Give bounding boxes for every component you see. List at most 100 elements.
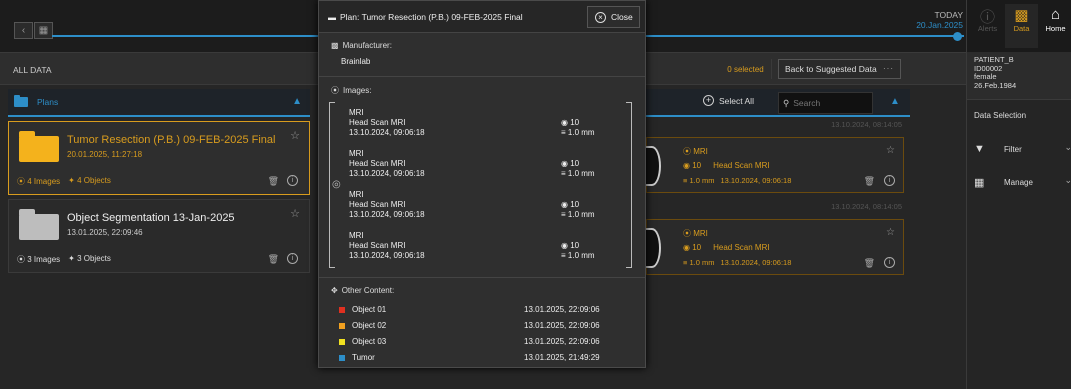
thickness: ≡ 1.0 mm bbox=[561, 251, 595, 261]
trash-icon[interactable]: 🗑 bbox=[864, 258, 875, 269]
move-icon: ✥ bbox=[331, 286, 338, 295]
card-row: ◉ 10 Head Scan MRI bbox=[683, 161, 770, 170]
object-row[interactable]: Object 01 13.01.2025, 22:09:06 bbox=[339, 303, 619, 316]
plan-title: Tumor Resection (P.B.) 09-FEB-2025 Final bbox=[67, 134, 276, 146]
images-label-text: Images: bbox=[343, 86, 372, 95]
slice-count-text: 10 bbox=[570, 200, 580, 209]
history-button[interactable]: ▦ bbox=[34, 22, 53, 39]
image-icon: ⦿ bbox=[683, 229, 694, 238]
trash-icon[interactable]: 🗑 bbox=[864, 176, 875, 187]
star-icon[interactable]: ☆ bbox=[886, 145, 895, 156]
popup-title: ▬ Plan: Tumor Resection (P.B.) 09-FEB-20… bbox=[328, 12, 523, 22]
objects-count-text: 4 Objects bbox=[77, 176, 111, 185]
alerts-label: Alerts bbox=[977, 24, 998, 33]
image-entry[interactable]: MRI Head Scan MRI 13.10.2024, 09:06:18 ◉… bbox=[349, 231, 619, 271]
app-window: ‹ ▦ TODAY 20.Jan.2025 ALL DATA Plans ▲ T… bbox=[0, 0, 1071, 389]
alerts-button[interactable]: ⓘ Alerts bbox=[971, 4, 1004, 48]
folder-icon: ▬ bbox=[328, 12, 336, 22]
image-icon: ⦿ bbox=[683, 147, 694, 156]
home-label: Home bbox=[1045, 24, 1066, 33]
chevron-up-icon[interactable]: ▲ bbox=[292, 96, 302, 107]
scan-date: 13.10.2024, 09:06:18 bbox=[720, 176, 792, 185]
image-stats: ◉ 10 ≡ 1.0 mm bbox=[561, 200, 595, 220]
images-count-text: 3 Images bbox=[27, 255, 61, 264]
select-all-label: Select All bbox=[719, 95, 754, 106]
object-row[interactable]: Tumor 13.01.2025, 21:49:29 bbox=[339, 351, 619, 364]
image-stats: ◉ 10 ≡ 1.0 mm bbox=[561, 118, 595, 138]
timeline-today-marker[interactable] bbox=[953, 32, 962, 41]
stack-icon: ◉ bbox=[683, 161, 693, 170]
object-date: 13.01.2025, 21:49:29 bbox=[524, 353, 600, 362]
manage-button[interactable]: ▦ Manage ⌄ bbox=[974, 172, 1071, 192]
scan-name: Head Scan MRI bbox=[713, 243, 770, 252]
more-icon[interactable]: ··· bbox=[883, 64, 894, 73]
info-icon[interactable]: i bbox=[884, 175, 895, 186]
thickness: ≡ 1.0 mm bbox=[561, 128, 595, 138]
card-row: ≡ 1.0 mm 13.10.2024, 09:06:18 bbox=[683, 258, 791, 267]
thickness: ≡ 1.0 mm bbox=[683, 258, 714, 267]
thickness: ≡ 1.0 mm bbox=[561, 169, 595, 179]
slice-count: ◉ 10 bbox=[683, 161, 701, 170]
image-card[interactable]: ⦿ MRI ◉ 10 Head Scan MRI ≡ 1.0 mm 13.10.… bbox=[643, 219, 904, 275]
grid-icon: ▦ bbox=[38, 25, 49, 36]
back-to-suggested-button[interactable]: Back to Suggested Data ··· bbox=[778, 59, 901, 79]
image-icon: ⦿ bbox=[331, 86, 339, 95]
color-swatch bbox=[339, 338, 345, 345]
image-modality: MRI bbox=[349, 231, 364, 240]
plan-card[interactable]: Tumor Resection (P.B.) 09-FEB-2025 Final… bbox=[8, 121, 310, 195]
image-card[interactable]: ⦿ MRI ◉ 10 Head Scan MRI ≡ 1.0 mm 13.10.… bbox=[643, 137, 904, 193]
plans-section-header[interactable]: Plans ▲ bbox=[8, 89, 310, 117]
image-entry[interactable]: MRI Head Scan MRI 13.10.2024, 09:06:18 ◉… bbox=[349, 149, 619, 189]
data-icon: ▩ bbox=[1014, 7, 1029, 24]
selected-count: 0 selected bbox=[720, 59, 772, 79]
image-entry[interactable]: MRI Head Scan MRI 13.10.2024, 09:06:18 ◉… bbox=[349, 108, 619, 148]
object-name: Tumor bbox=[352, 353, 375, 362]
data-button[interactable]: ▩ Data bbox=[1005, 4, 1038, 48]
close-icon: × bbox=[595, 11, 606, 23]
object-icon: ✦ bbox=[68, 176, 78, 185]
modality: ⦿ MRI bbox=[683, 228, 708, 239]
back-arrow-button[interactable]: ‹ bbox=[14, 22, 33, 39]
color-swatch bbox=[339, 306, 345, 313]
manage-icon: ▦ bbox=[974, 176, 985, 189]
plan-card[interactable]: Object Segmentation 13-Jan-2025 13.01.20… bbox=[8, 199, 310, 273]
color-swatch bbox=[339, 354, 345, 361]
color-swatch bbox=[339, 322, 345, 329]
eye-icon[interactable]: ◎ bbox=[332, 179, 341, 190]
close-button[interactable]: × Close bbox=[587, 6, 640, 28]
alert-icon: ⓘ bbox=[979, 9, 995, 26]
star-icon[interactable]: ☆ bbox=[290, 129, 300, 142]
manufacturer-value: Brainlab bbox=[341, 57, 371, 66]
star-icon[interactable]: ☆ bbox=[886, 227, 895, 238]
stack-icon: ◉ bbox=[561, 118, 571, 127]
plus-circle-icon: + bbox=[703, 95, 714, 106]
info-icon[interactable]: i bbox=[287, 175, 298, 186]
divider bbox=[319, 76, 645, 77]
trash-icon[interactable]: 🗑 bbox=[268, 176, 279, 187]
images-label: ⦿ Images: bbox=[331, 85, 371, 96]
filter-button[interactable]: ▼ Filter ⌄ bbox=[974, 139, 1071, 159]
search-icon: ⚲ bbox=[783, 97, 790, 108]
chevron-up-icon[interactable]: ▲ bbox=[890, 96, 900, 107]
today-text: TODAY bbox=[934, 10, 964, 20]
trash-icon[interactable]: 🗑 bbox=[268, 254, 279, 265]
home-button[interactable]: ⌂ Home bbox=[1039, 4, 1071, 48]
object-row[interactable]: Object 03 13.01.2025, 22:09:06 bbox=[339, 335, 619, 348]
search-input[interactable]: ⚲ Search bbox=[778, 92, 873, 114]
image-entry[interactable]: MRI Head Scan MRI 13.10.2024, 09:06:18 ◉… bbox=[349, 190, 619, 230]
chevron-down-icon: ⌄ bbox=[1064, 175, 1071, 185]
select-all-button[interactable]: + Select All bbox=[703, 95, 754, 106]
close-label: Close bbox=[611, 12, 633, 22]
patient-info: PATIENT_B ID00002 female 26.Feb.1984 bbox=[967, 52, 1071, 100]
image-stats: ◉ 10 ≡ 1.0 mm bbox=[561, 159, 595, 179]
today-date: 20.Jan.2025 bbox=[916, 20, 963, 30]
object-row[interactable]: Object 02 13.01.2025, 22:09:06 bbox=[339, 319, 619, 332]
manufacturer-label-text: Manufacturer: bbox=[342, 41, 392, 50]
info-icon[interactable]: i bbox=[884, 257, 895, 268]
other-content-label: ✥ Other Content: bbox=[331, 286, 394, 295]
folder-icon bbox=[14, 95, 28, 107]
info-icon[interactable]: i bbox=[287, 253, 298, 264]
popup-title-text: Plan: Tumor Resection (P.B.) 09-FEB-2025… bbox=[340, 12, 523, 22]
star-icon[interactable]: ☆ bbox=[290, 207, 300, 220]
scan-name: Head Scan MRI bbox=[713, 161, 770, 170]
